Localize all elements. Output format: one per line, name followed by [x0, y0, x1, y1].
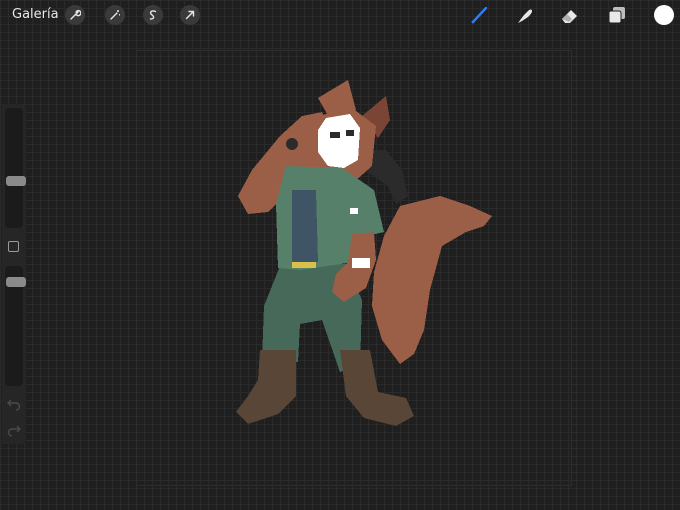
pixel-art-character [236, 80, 492, 426]
